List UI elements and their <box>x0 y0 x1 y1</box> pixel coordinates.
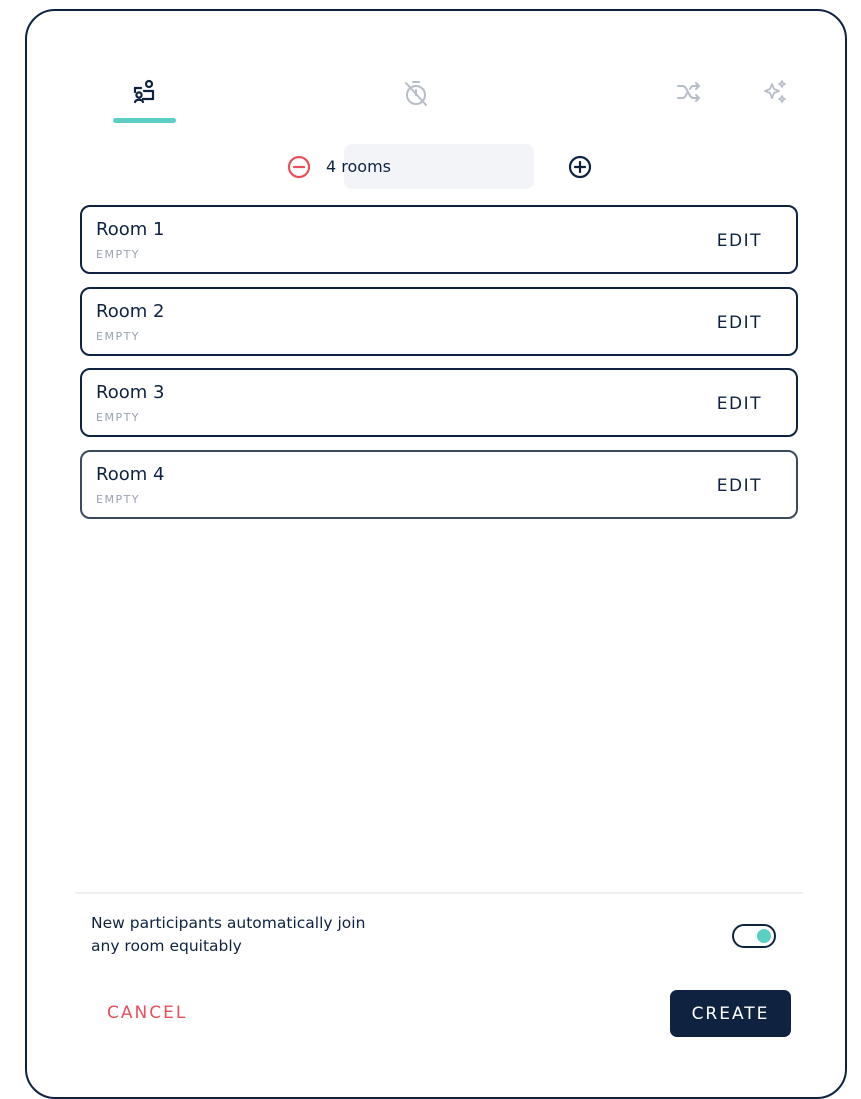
decrease-rooms-button[interactable] <box>287 155 311 179</box>
auto-join-toggle[interactable] <box>732 924 776 948</box>
create-button[interactable]: CREATE <box>670 990 791 1037</box>
auto-join-label: New participants automatically join any … <box>91 912 431 958</box>
tab-rooms[interactable] <box>128 78 160 106</box>
toggle-knob <box>757 929 771 943</box>
room-name: Room 4 <box>96 464 165 485</box>
room-name: Room 1 <box>96 219 165 240</box>
edit-room-button[interactable]: EDIT <box>717 313 762 333</box>
edit-room-button[interactable]: EDIT <box>717 394 762 414</box>
room-card: Room 3 EMPTY EDIT <box>80 368 798 437</box>
footer-divider <box>75 892 803 894</box>
sparkles-icon <box>764 80 786 103</box>
room-card: Room 2 EMPTY EDIT <box>80 287 798 356</box>
minus-circle-icon <box>287 155 311 179</box>
tab-shuffle[interactable] <box>673 78 705 106</box>
plus-circle-icon <box>568 155 592 179</box>
room-name: Room 3 <box>96 382 165 403</box>
rooms-assign-icon <box>133 79 155 104</box>
room-card: Room 4 EMPTY EDIT <box>80 450 798 519</box>
edit-room-button[interactable]: EDIT <box>717 476 762 496</box>
increase-rooms-button[interactable] <box>568 155 592 179</box>
auto-join-label-line1: New participants automatically join <box>91 914 366 932</box>
room-count-value: 4 rooms <box>326 157 391 176</box>
edit-room-button[interactable]: EDIT <box>717 231 762 251</box>
cancel-button[interactable]: CANCEL <box>107 1003 187 1023</box>
room-status: EMPTY <box>96 493 141 506</box>
auto-join-label-line2: any room equitably <box>91 937 242 955</box>
room-status: EMPTY <box>96 330 141 343</box>
tab-timer[interactable] <box>400 78 432 108</box>
room-card: Room 1 EMPTY EDIT <box>80 205 798 274</box>
active-tab-indicator <box>113 118 176 123</box>
tab-auto[interactable] <box>759 78 791 106</box>
timer-off-icon <box>405 81 427 106</box>
room-status: EMPTY <box>96 411 141 424</box>
room-status: EMPTY <box>96 248 141 261</box>
shuffle-icon <box>677 82 700 102</box>
room-name: Room 2 <box>96 301 165 322</box>
